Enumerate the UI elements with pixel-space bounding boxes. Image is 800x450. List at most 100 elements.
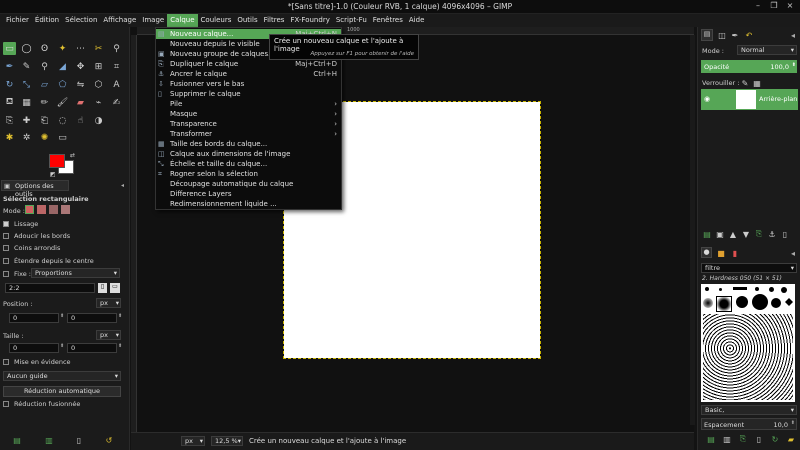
menu-item[interactable]: Redimensionnement liquide ... <box>156 199 341 209</box>
menu-item[interactable]: ⌗ Rogner selon la sélection <box>156 169 341 179</box>
brush-thumb[interactable] <box>755 287 759 291</box>
mode-intersect-icon[interactable] <box>61 205 70 214</box>
menu-fichier[interactable]: Fichier <box>3 14 32 27</box>
menu-fx-foundry[interactable]: FX-Foundry <box>287 14 332 27</box>
opacity-slider[interactable]: Opacité 100,0 ⬍ <box>701 60 797 73</box>
etendre-checkbox[interactable] <box>3 258 9 264</box>
menu-script-fu[interactable]: Script-Fu <box>333 14 370 27</box>
minimize-button[interactable]: – <box>752 1 764 10</box>
brush-textures[interactable] <box>703 314 793 400</box>
airbrush-icon[interactable]: ⌁ <box>92 96 105 109</box>
undo-tab-icon[interactable]: ↶ <box>744 30 754 40</box>
gradients-tab-icon[interactable]: ▮ <box>730 248 740 258</box>
duplicate-layer-icon[interactable]: ⎘ <box>754 229 764 239</box>
ink-icon[interactable]: ✍ <box>110 96 123 109</box>
measure-icon[interactable]: ◢ <box>56 60 69 73</box>
dodge-burn-icon[interactable]: ◑ <box>92 114 105 127</box>
menu-item[interactable]: Découpage automatique du calque <box>156 179 341 189</box>
delete-brush-icon[interactable]: ▯ <box>754 434 764 444</box>
guide-dropdown[interactable]: Aucun guide ▾ <box>3 371 121 381</box>
ratio-input[interactable]: 2:2 <box>5 283 95 293</box>
spin-arrows-icon[interactable]: ⬍ <box>118 343 122 349</box>
zoom-select[interactable]: 12,5 % ▾ <box>211 436 243 446</box>
menu-item[interactable]: ⎘ Dupliquer le calque Maj+Ctrl+D <box>156 59 341 69</box>
perspective-icon[interactable]: ⬠ <box>56 78 69 91</box>
reset-colors-icon[interactable]: ◩ <box>50 171 56 178</box>
layer-mode-dropdown[interactable]: Normal ▾ <box>737 45 797 55</box>
select-by-color-icon[interactable]: ✺ <box>38 131 51 144</box>
menu-aide[interactable]: Aide <box>406 14 427 27</box>
menu-item[interactable]: ◫ Calque aux dimensions de l'image <box>156 149 341 159</box>
menu-item[interactable]: Pile › <box>156 99 341 109</box>
lock-alpha-icon[interactable]: ▦ <box>752 78 762 88</box>
color-picker-icon[interactable]: ✎ <box>20 60 33 73</box>
fuzzy-select-icon[interactable]: ✦ <box>56 42 69 55</box>
maximize-button[interactable]: ❐ <box>768 1 780 10</box>
foreground-color-swatch[interactable] <box>49 154 65 168</box>
restore-options-icon[interactable]: ▥ <box>44 435 54 445</box>
text-icon[interactable]: A <box>110 78 123 91</box>
mode-add-icon[interactable] <box>37 205 46 214</box>
menu-fenetres[interactable]: Fenêtres <box>370 14 406 27</box>
vertical-scrollbar[interactable] <box>690 35 695 425</box>
panel-menu-icon[interactable]: ◂ <box>121 182 124 189</box>
brush-thumb[interactable] <box>705 287 709 291</box>
brush-thumb[interactable] <box>733 287 747 290</box>
size-unit-select[interactable]: px ▾ <box>96 330 121 340</box>
mode-subtract-icon[interactable] <box>49 205 58 214</box>
color-select-icon[interactable]: ⋯ <box>74 42 87 55</box>
new-group-icon[interactable]: ▣ <box>715 229 725 239</box>
landscape-icon[interactable]: ▭ <box>110 283 120 293</box>
brush-thumb[interactable] <box>781 287 787 293</box>
new-brush-icon[interactable]: ▥ <box>722 434 732 444</box>
star-icon[interactable]: ✱ <box>3 131 16 144</box>
brushes-menu-icon[interactable]: ◂ <box>788 248 798 258</box>
fixe-checkbox[interactable] <box>3 271 9 277</box>
foreground-select-icon[interactable]: ⚲ <box>110 42 123 55</box>
visibility-eye-icon[interactable]: ◉ <box>704 95 710 103</box>
smudge-icon[interactable]: ☝ <box>74 114 87 127</box>
gradient-icon[interactable]: ▦ <box>20 96 33 109</box>
menu-edition[interactable]: Édition <box>32 14 62 27</box>
delete-options-icon[interactable]: ▯ <box>74 435 84 445</box>
brush-thumb-selected[interactable] <box>716 296 732 312</box>
scale-tool-icon[interactable]: ⤡ <box>20 78 33 91</box>
warp-icon[interactable]: ✲ <box>20 131 33 144</box>
brush-thumb[interactable] <box>752 294 768 310</box>
lock-pixels-icon[interactable]: ✎ <box>740 78 750 88</box>
spin-arrows-icon[interactable]: ⬍ <box>60 343 64 349</box>
tool-options-tab[interactable]: ▣ Options des outils <box>1 180 69 198</box>
swap-colors-icon[interactable]: ⇄ <box>70 152 75 159</box>
free-select-icon[interactable]: ʘ <box>38 42 51 55</box>
brush-thumb[interactable] <box>769 287 774 292</box>
duplicate-brush-icon[interactable]: ⎘ <box>738 434 748 444</box>
edit-brush-icon[interactable]: ▤ <box>706 434 716 444</box>
coins-checkbox[interactable] <box>3 245 9 251</box>
vertical-ruler[interactable] <box>131 35 137 432</box>
shear-icon[interactable]: ▱ <box>38 78 51 91</box>
menu-calque[interactable]: Calque <box>167 14 198 27</box>
align-icon[interactable]: ⊞ <box>92 60 105 73</box>
lissage-checkbox[interactable] <box>3 221 9 227</box>
menu-item[interactable]: ⤡ Échelle et taille du calque... <box>156 159 341 169</box>
flip-icon[interactable]: ⇋ <box>74 78 87 91</box>
eraser-icon[interactable]: ▰ <box>74 96 87 109</box>
raise-layer-icon[interactable]: ▲ <box>728 229 738 239</box>
menu-selection[interactable]: Sélection <box>62 14 100 27</box>
close-button[interactable]: × <box>784 1 796 10</box>
channels-tab-icon[interactable]: ◫ <box>717 30 727 40</box>
menu-affichage[interactable]: Affichage <box>100 14 139 27</box>
menu-item[interactable]: ▯ Supprimer le calque <box>156 89 341 99</box>
paintbrush-icon[interactable]: 🖌 <box>56 96 69 109</box>
merged-checkbox[interactable] <box>3 401 9 407</box>
portrait-icon[interactable]: ▯ <box>98 283 107 293</box>
rect-select-icon[interactable]: ▭ <box>3 42 16 55</box>
paths-tab-icon[interactable]: ✒ <box>730 30 740 40</box>
pencil-icon[interactable]: ✏ <box>38 96 51 109</box>
perspective-clone-icon[interactable]: ⎗ <box>38 114 51 127</box>
lower-layer-icon[interactable]: ▼ <box>741 229 751 239</box>
brush-thumb[interactable] <box>785 298 793 306</box>
clone-icon[interactable]: ⎘ <box>3 114 16 127</box>
menu-image[interactable]: Image <box>139 14 167 27</box>
new-layer-button-icon[interactable]: ▤ <box>702 229 712 239</box>
